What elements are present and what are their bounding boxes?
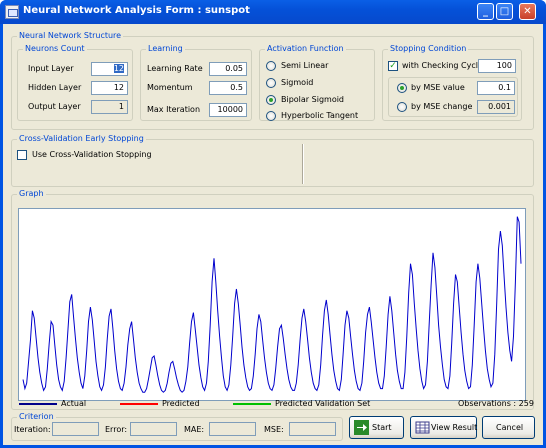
mse-value-label[interactable]: by MSE value: [411, 83, 465, 93]
neurons-group-title: Neurons Count: [23, 44, 87, 54]
maximize-button[interactable]: □: [496, 3, 513, 20]
crossval-label[interactable]: Use Cross-Validation Stopping: [32, 150, 152, 160]
output-layer-field: 1: [91, 100, 128, 114]
legend-validation-swatch: [233, 403, 271, 405]
hidden-layer-label: Hidden Layer: [28, 83, 82, 92]
stopping-group-title: Stopping Condition: [388, 44, 469, 54]
input-layer-value: 12: [113, 64, 124, 73]
bipolar-sigmoid-radio[interactable]: [266, 95, 276, 105]
hyperbolic-tangent-radio[interactable]: [266, 111, 276, 121]
semi-linear-radio[interactable]: [266, 61, 276, 71]
cancel-button-label: Cancel: [496, 423, 524, 432]
criterion-group-title: Criterion: [17, 412, 56, 422]
structure-group-title: Neural Network Structure: [17, 31, 124, 41]
sunspot-line-chart: [22, 216, 522, 393]
mse-label: MSE:: [264, 425, 284, 434]
learning-group: Learning Learning Rate 0.05 Momentum 0.5…: [140, 44, 252, 121]
mse-change-field[interactable]: 0.001: [477, 100, 515, 114]
legend-predicted-swatch: [120, 403, 158, 405]
mae-field: [209, 422, 256, 436]
sigmoid-label[interactable]: Sigmoid: [281, 78, 313, 88]
graph-plot-area: [18, 208, 526, 401]
legend-actual-label: Actual: [61, 399, 87, 408]
error-label: Error:: [105, 425, 128, 434]
structure-group: Neural Network Structure Neurons Count I…: [11, 31, 534, 130]
mse-value-field[interactable]: 0.1: [477, 81, 515, 95]
mse-change-label[interactable]: by MSE change: [411, 102, 472, 112]
minimize-button[interactable]: _: [477, 3, 494, 20]
checking-cycle-field[interactable]: 100: [478, 59, 516, 73]
stopping-group: Stopping Condition ✓ with Checking Cycle…: [382, 44, 522, 121]
max-iteration-label: Max Iteration: [147, 105, 201, 114]
legend-validation-label: Predicted Validation Set: [275, 399, 371, 408]
bipolar-sigmoid-label[interactable]: Bipolar Sigmoid: [281, 95, 344, 105]
actual-series-line: [22, 216, 522, 393]
mse-subgroup: by MSE value 0.1 by MSE change 0.001: [388, 77, 518, 117]
momentum-field[interactable]: 0.5: [209, 81, 247, 95]
criterion-group: Criterion Iteration: Error: MAE: MSE:: [11, 412, 343, 441]
view-result-button[interactable]: View Result: [410, 416, 477, 439]
neurons-group: Neurons Count Input Layer 12 Hidden Laye…: [17, 44, 133, 121]
mse-change-radio[interactable]: [397, 102, 407, 112]
window-title: Neural Network Analysis Form : sunspot: [23, 5, 250, 16]
mae-label: MAE:: [184, 425, 205, 434]
checking-cycle-checkbox[interactable]: ✓: [388, 61, 398, 71]
input-layer-label: Input Layer: [28, 64, 74, 73]
output-layer-label: Output Layer: [28, 102, 81, 111]
close-button[interactable]: ✕: [519, 3, 536, 20]
max-iteration-field[interactable]: 10000: [209, 103, 247, 117]
learning-rate-label: Learning Rate: [147, 64, 203, 73]
learning-group-title: Learning: [146, 44, 185, 54]
start-button-label: Start: [372, 423, 392, 432]
legend-predicted-label: Predicted: [162, 399, 200, 408]
legend-actual-swatch: [19, 403, 57, 405]
iteration-field: [52, 422, 99, 436]
observations-count: Observations : 259: [458, 399, 534, 408]
sigmoid-radio[interactable]: [266, 78, 276, 88]
client-area: Neural Network Structure Neurons Count I…: [3, 24, 543, 445]
iteration-label: Iteration:: [14, 425, 51, 434]
app-window: Neural Network Analysis Form : sunspot _…: [0, 0, 546, 448]
semi-linear-label[interactable]: Semi Linear: [281, 61, 328, 71]
view-result-button-label: View Result: [431, 423, 478, 432]
crossval-group: Cross-Validation Early Stopping Use Cros…: [11, 134, 534, 187]
start-arrow-icon: [354, 420, 369, 435]
graph-group-title: Graph: [17, 189, 46, 199]
mse-field: [289, 422, 336, 436]
app-icon: [5, 5, 19, 19]
hidden-layer-field[interactable]: 12: [91, 81, 128, 95]
activation-group: Activation Function Semi Linear Sigmoid …: [259, 44, 375, 121]
title-bar[interactable]: Neural Network Analysis Form : sunspot _…: [0, 0, 546, 24]
start-button[interactable]: Start: [349, 416, 404, 439]
learning-rate-field[interactable]: 0.05: [209, 62, 247, 76]
crossval-checkbox[interactable]: [17, 150, 27, 160]
crossval-separator: [302, 144, 304, 184]
activation-group-title: Activation Function: [265, 44, 346, 54]
momentum-label: Momentum: [147, 83, 193, 92]
table-icon: [415, 421, 430, 434]
mse-value-radio[interactable]: [397, 83, 407, 93]
crossval-group-title: Cross-Validation Early Stopping: [17, 134, 146, 144]
cancel-button[interactable]: Cancel: [482, 416, 535, 439]
hyperbolic-tangent-label[interactable]: Hyperbolic Tangent: [281, 111, 358, 121]
input-layer-field[interactable]: 12: [91, 62, 128, 76]
error-field: [130, 422, 177, 436]
checking-cycle-label[interactable]: with Checking Cycle: [402, 61, 483, 71]
